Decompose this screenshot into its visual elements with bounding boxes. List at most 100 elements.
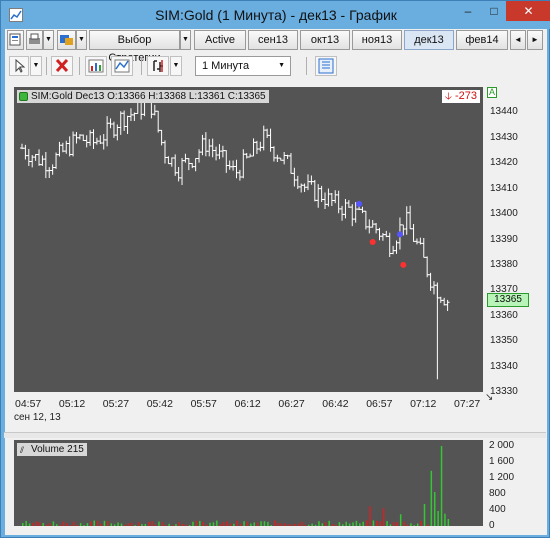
sell-marker[interactable] bbox=[400, 261, 407, 268]
price-bar bbox=[30, 154, 35, 168]
volume-tick-label: 1 600 bbox=[489, 456, 515, 467]
delete-drawings-button[interactable] bbox=[51, 56, 73, 76]
chart-type-dropdown-button[interactable]: ▼ bbox=[170, 56, 182, 76]
volume-chart-panel[interactable]: ⫽ Volume 215 bbox=[14, 440, 483, 526]
strategy-dropdown-button[interactable]: ▼ bbox=[180, 30, 191, 50]
auto-scale-badge[interactable]: A bbox=[487, 87, 497, 98]
series-color-icon bbox=[19, 92, 28, 101]
volume-bar bbox=[440, 446, 443, 526]
volume-bar bbox=[246, 521, 249, 526]
price-bar bbox=[207, 139, 212, 157]
volume-bar bbox=[403, 521, 405, 526]
instrument-icon bbox=[60, 35, 73, 45]
active-button[interactable]: Active bbox=[194, 30, 246, 50]
buy-marker[interactable] bbox=[396, 231, 403, 238]
price-bar bbox=[261, 125, 266, 151]
tabs-next-button[interactable]: ► bbox=[527, 30, 543, 50]
instrument-dropdown-button[interactable]: ▼ bbox=[76, 30, 87, 50]
properties-button[interactable] bbox=[7, 30, 24, 50]
volume-bar bbox=[144, 524, 147, 526]
strategy-select[interactable]: Выбор Стратегии bbox=[89, 30, 180, 64]
toolbar-separator bbox=[306, 57, 307, 75]
volume-bar bbox=[192, 521, 194, 526]
tab-sep13[interactable]: сен13 bbox=[248, 30, 298, 50]
volume-bar bbox=[379, 521, 381, 526]
time-tick-label: 06:27 bbox=[278, 398, 305, 410]
tab-dec13[interactable]: дек13 bbox=[404, 30, 454, 50]
tab-feb14[interactable]: фев14 bbox=[456, 30, 508, 50]
price-bar bbox=[173, 154, 178, 176]
panel-splitter[interactable] bbox=[4, 432, 546, 438]
print-button[interactable] bbox=[26, 30, 43, 50]
volume-bar bbox=[243, 521, 245, 526]
chart-style-button[interactable] bbox=[85, 56, 107, 76]
price-chart-panel[interactable]: SIM:Gold Dec13 O:13366 H:13368 L:13361 C… bbox=[14, 87, 483, 392]
time-axis[interactable]: 04:57 05:12 05:27 05:42 05:57 06:12 06:27 06:42… bbox=[14, 396, 483, 428]
price-tick-label: 13380 bbox=[490, 258, 518, 270]
volume-bar bbox=[59, 524, 61, 526]
price-bar bbox=[190, 162, 195, 169]
price-bar bbox=[118, 111, 123, 135]
tab-nov13[interactable]: ноя13 bbox=[352, 30, 402, 50]
volume-bar bbox=[209, 522, 211, 526]
volume-legend-text: Volume 215 bbox=[31, 444, 84, 455]
volume-bar bbox=[233, 523, 235, 526]
volume-bar bbox=[216, 520, 218, 526]
pointer-dropdown-button[interactable]: ▼ bbox=[30, 56, 42, 76]
price-bar bbox=[94, 137, 99, 145]
buy-marker[interactable] bbox=[356, 200, 363, 207]
title-bar[interactable]: SIM:Gold (1 Минута) - дек13 - График – □… bbox=[1, 1, 550, 29]
price-bar bbox=[346, 200, 351, 208]
toolbar-separator bbox=[46, 57, 47, 75]
maximize-button[interactable]: □ bbox=[479, 1, 509, 21]
price-bar bbox=[326, 188, 331, 207]
price-bar bbox=[115, 124, 120, 141]
price-bar bbox=[224, 150, 229, 173]
tab-oct13[interactable]: окт13 bbox=[300, 30, 350, 50]
indicators-button[interactable] bbox=[111, 56, 133, 76]
volume-bar bbox=[28, 523, 31, 526]
price-axis[interactable]: A 13440 13430 13420 13410 13400 13390 13380 133… bbox=[483, 87, 539, 397]
price-bar bbox=[128, 108, 133, 121]
tabs-prev-button[interactable]: ◄ bbox=[510, 30, 526, 50]
volume-bar bbox=[175, 524, 177, 526]
volume-bar bbox=[137, 522, 140, 526]
price-bar bbox=[316, 184, 321, 208]
chart-type-button[interactable] bbox=[147, 56, 169, 76]
data-window-button[interactable] bbox=[315, 56, 337, 76]
profit-loss-value: -273 bbox=[454, 90, 477, 102]
price-bar bbox=[217, 144, 222, 160]
volume-bar bbox=[304, 524, 307, 526]
volume-tick-label: 400 bbox=[489, 504, 506, 515]
cursor-icon bbox=[15, 58, 26, 73]
price-bar bbox=[309, 175, 314, 185]
volume-bar bbox=[273, 520, 276, 526]
time-tick-label: 06:42 bbox=[322, 398, 349, 410]
close-button[interactable]: ✕ bbox=[506, 1, 550, 21]
price-bar bbox=[408, 205, 413, 230]
price-bar bbox=[288, 152, 293, 174]
resize-corner-icon[interactable]: ↘ bbox=[485, 392, 493, 403]
time-tick-label: 06:12 bbox=[234, 398, 261, 410]
price-bar bbox=[23, 144, 28, 160]
price-bar bbox=[271, 146, 276, 162]
pointer-tool-button[interactable] bbox=[9, 56, 29, 76]
price-bar bbox=[54, 152, 59, 169]
volume-bar bbox=[352, 522, 354, 526]
price-bar bbox=[302, 183, 307, 192]
price-bar bbox=[84, 135, 89, 148]
volume-bar bbox=[386, 521, 388, 526]
price-bar bbox=[88, 130, 93, 146]
instrument-button[interactable] bbox=[57, 30, 76, 50]
price-bar bbox=[343, 199, 348, 219]
volume-tick-label: 2 000 bbox=[489, 440, 515, 451]
volume-bar bbox=[229, 523, 232, 526]
interval-select[interactable]: 1 Минута ▼ bbox=[195, 56, 291, 76]
print-dropdown-button[interactable]: ▼ bbox=[43, 30, 54, 50]
volume-tick-label: 800 bbox=[489, 488, 506, 499]
price-bar bbox=[183, 153, 188, 163]
time-tick-label: 05:42 bbox=[146, 398, 173, 410]
volume-bar bbox=[420, 521, 422, 526]
sell-marker[interactable] bbox=[369, 239, 376, 246]
price-bar bbox=[380, 232, 385, 241]
